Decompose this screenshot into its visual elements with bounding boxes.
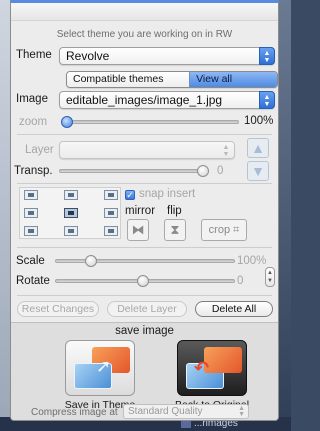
anchor-bottom-left[interactable] [24,226,38,236]
image-select[interactable]: editable_images/image_1.jpg ▲ ▼ [59,91,275,109]
compatible-themes-only-option[interactable]: Compatible themes only [67,72,190,87]
rotate-value: 0 [237,275,244,287]
divider [17,134,272,135]
layer-select-arrows-icon: ▲ ▼ [222,144,230,158]
theme-hint: Select theme you are working on in RW [56,29,233,40]
theme-select[interactable]: Revolve ▲ ▼ [59,47,275,65]
flip-icon[interactable]: ⧗ [164,219,186,241]
compress-quality-select[interactable]: Standard Quality ▲ ▼ [123,404,249,419]
crop-label: crop [208,224,231,236]
anchor-middle-left[interactable] [24,208,38,218]
image-label: Image [16,93,48,105]
anchor-top-center[interactable] [64,190,78,200]
compress-select-arrows-icon: ▲ ▼ [238,405,245,418]
delete-all-button[interactable]: Delete All [195,301,273,317]
back-to-original-button[interactable]: ↶ [177,340,247,396]
flip-label: flip [167,205,182,217]
anchor-bottom-right[interactable] [104,226,118,236]
scale-slider-knob[interactable] [85,255,97,267]
layer-down-icon[interactable]: ▼ [247,161,269,181]
scale-slider-track[interactable] [55,259,235,263]
theme-label: Theme [16,49,52,61]
divider [17,295,272,296]
zoom-value: 100% [244,115,274,127]
view-all-themes-option[interactable]: View all Themes [189,72,277,87]
compress-label: Compress image at [31,407,118,418]
snap-insert-checkbox[interactable]: ✓ [125,190,135,200]
crop-button[interactable]: crop ⌗ [201,219,247,241]
reset-changes-button[interactable]: Reset Changes [17,301,99,317]
compress-quality-value: Standard Quality [128,406,203,417]
anchor-top-left[interactable] [24,190,38,200]
transparency-value: 0 [217,165,224,177]
crop-icon: ⌗ [230,224,240,236]
save-image-title: save image [115,325,174,337]
snap-insert-label: snap insert [139,188,196,200]
scale-label: Scale [16,255,45,267]
image-select-value: editable_images/image_1.jpg [66,93,223,107]
zoom-slider-knob[interactable] [61,116,73,128]
layer-select[interactable]: ▲ ▼ [59,141,235,159]
zoom-label: zoom [19,116,48,128]
mirror-label: mirror [125,205,156,217]
divider [17,183,272,184]
mirror-icon[interactable]: ⧓ [127,219,149,241]
save-in-theme-button[interactable]: ➚ [65,340,135,396]
panel-top-strip [11,3,278,21]
anchor-position-grid [19,187,121,239]
divider [17,247,272,248]
backdrop-right [279,0,291,431]
image-editor-panel: Select theme you are working on in RW Th… [10,0,279,421]
delete-layer-button[interactable]: Delete Layer [107,301,187,317]
transparency-slider-track[interactable] [59,169,205,173]
anchor-bottom-center[interactable] [64,226,78,236]
zoom-slider-track[interactable] [65,120,239,124]
theme-select-arrows-icon: ▲ ▼ [259,47,275,65]
transparency-slider-knob[interactable] [197,165,209,177]
anchor-center[interactable] [64,208,78,218]
image-select-arrows-icon: ▲ ▼ [259,91,275,109]
rotate-label: Rotate [16,275,50,287]
theme-select-value: Revolve [66,49,110,63]
revert-arrow-icon: ↶ [194,358,210,378]
layer-up-icon[interactable]: ▲ [247,138,269,158]
save-arrow-icon: ➚ [96,356,112,376]
theme-filter-segmented-control: Compatible themes only View all Themes [66,71,278,88]
rotate-slider-knob[interactable] [137,275,149,287]
transparency-label: Transp. [14,165,53,177]
layer-label: Layer [25,144,54,156]
anchor-top-right[interactable] [104,190,118,200]
scale-value: 100% [237,255,267,267]
backdrop-left [0,0,10,431]
back-to-original-icon-front [204,347,242,373]
rotate-stepper[interactable]: ▲ ▼ [265,267,275,287]
anchor-middle-right[interactable] [104,208,118,218]
